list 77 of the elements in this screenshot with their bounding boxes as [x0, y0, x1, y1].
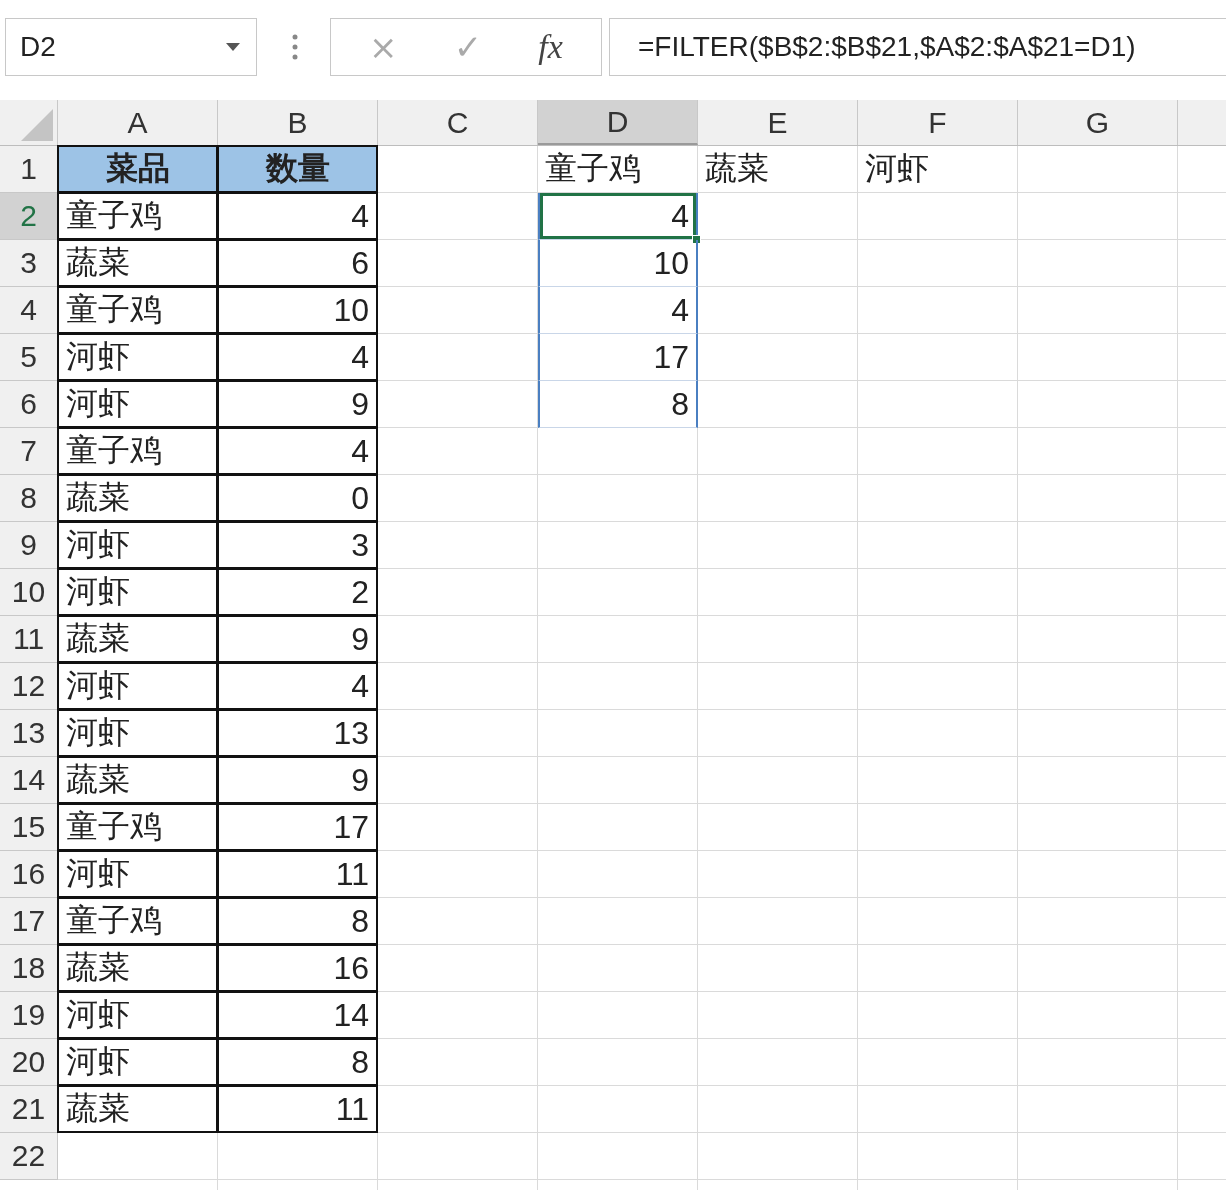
- table-cell: 17: [538, 334, 698, 381]
- table-cell: 蔬菜: [57, 615, 218, 663]
- row-header[interactable]: 7: [0, 428, 58, 475]
- table-cell: 8: [217, 897, 378, 945]
- row-header[interactable]: 17: [0, 898, 58, 945]
- row-header[interactable]: 14: [0, 757, 58, 804]
- table-cell: 数量: [217, 145, 378, 193]
- table-cell: 0: [217, 474, 378, 522]
- row-header[interactable]: 9: [0, 522, 58, 569]
- table-cell: 11: [217, 850, 378, 898]
- table-cell: 河虾: [57, 1038, 218, 1086]
- table-cell: 蔬菜: [57, 474, 218, 522]
- row-header[interactable]: 3: [0, 240, 58, 287]
- row-header[interactable]: 19: [0, 992, 58, 1039]
- row-header[interactable]: 20: [0, 1039, 58, 1086]
- row-header[interactable]: 21: [0, 1086, 58, 1133]
- table-cell: 9: [217, 615, 378, 663]
- row-header[interactable]: 12: [0, 663, 58, 710]
- table-cell: 童子鸡: [57, 192, 218, 240]
- table-cell: 童子鸡: [57, 427, 218, 475]
- name-box[interactable]: D2: [5, 18, 257, 76]
- insert-function-button[interactable]: fx: [532, 28, 569, 66]
- table-cell: 6: [217, 239, 378, 287]
- row-header[interactable]: 6: [0, 381, 58, 428]
- table-cell: 4: [217, 427, 378, 475]
- table-cell: 3: [217, 521, 378, 569]
- table-cell: 17: [217, 803, 378, 851]
- table-cell: 10: [217, 286, 378, 334]
- table-cell: 4: [217, 192, 378, 240]
- row-header[interactable]: 1: [0, 146, 58, 193]
- table-cell: 菜品: [57, 145, 218, 193]
- row-header[interactable]: 15: [0, 804, 58, 851]
- table-cell: 8: [538, 381, 698, 428]
- table-cell: 河虾: [57, 850, 218, 898]
- table-cell: 童子鸡: [57, 897, 218, 945]
- table-cell: 蔬菜: [57, 944, 218, 992]
- table-cell: 13: [217, 709, 378, 757]
- table-cell: 河虾: [57, 991, 218, 1039]
- table-cell: 河虾: [57, 333, 218, 381]
- table-cell: 河虾: [57, 662, 218, 710]
- row-header[interactable]: 11: [0, 616, 58, 663]
- table-cell: 9: [217, 756, 378, 804]
- table-cell: 童子鸡: [57, 286, 218, 334]
- table-cell: 蔬菜: [57, 1085, 218, 1133]
- column-header[interactable]: D: [538, 100, 698, 145]
- row-header[interactable]: 13: [0, 710, 58, 757]
- table-cell: 10: [538, 240, 698, 287]
- row-header[interactable]: 16: [0, 851, 58, 898]
- table-cell: 童子鸡: [57, 803, 218, 851]
- table-cell: 4: [217, 333, 378, 381]
- table-cell: 蔬菜: [698, 146, 858, 193]
- row-header[interactable]: 22: [0, 1133, 58, 1180]
- caret-icon: [226, 43, 240, 51]
- table-cell: 14: [217, 991, 378, 1039]
- table-cell: 2: [217, 568, 378, 616]
- table-cell: 蔬菜: [57, 756, 218, 804]
- table-cell: 河虾: [858, 146, 1018, 193]
- table-cell: 童子鸡: [538, 146, 698, 193]
- table-cell: 11: [217, 1085, 378, 1133]
- row-header[interactable]: 18: [0, 945, 58, 992]
- row-header[interactable]: 2: [0, 193, 58, 240]
- more-icon[interactable]: [292, 34, 298, 60]
- table-cell: 9: [217, 380, 378, 428]
- table-cell: 蔬菜: [57, 239, 218, 287]
- table-cell: 河虾: [57, 380, 218, 428]
- formula-field[interactable]: =FILTER($B$2:$B$21,$A$2:$A$21=D1): [609, 18, 1226, 76]
- table-cell: 4: [538, 287, 698, 334]
- table-cell: 16: [217, 944, 378, 992]
- row-header[interactable]: 4: [0, 287, 58, 334]
- table-cell: 河虾: [57, 709, 218, 757]
- table-cell: 8: [217, 1038, 378, 1086]
- row-header[interactable]: 5: [0, 334, 58, 381]
- table-cell: 河虾: [57, 568, 218, 616]
- row-header[interactable]: 8: [0, 475, 58, 522]
- row-header[interactable]: 10: [0, 569, 58, 616]
- table-cell: 4: [217, 662, 378, 710]
- table-cell: 河虾: [57, 521, 218, 569]
